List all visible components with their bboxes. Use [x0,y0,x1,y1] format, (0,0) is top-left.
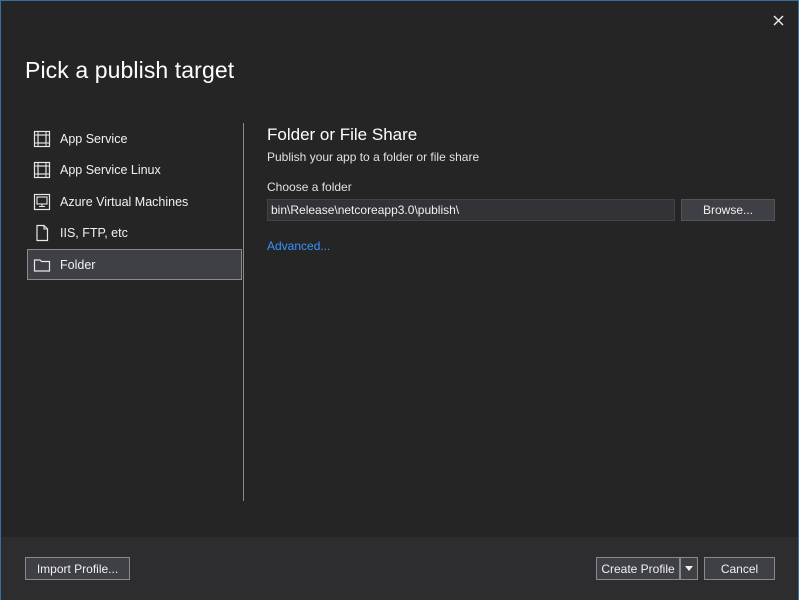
detail-title: Folder or File Share [267,125,418,144]
import-profile-button[interactable]: Import Profile... [25,557,130,580]
publish-dialog: Pick a publish target App Service App Se… [0,0,799,600]
target-item-label: Azure Virtual Machines [60,194,189,209]
cancel-button[interactable]: Cancel [704,557,775,580]
target-item-folder[interactable]: Folder [27,249,242,280]
folder-icon [32,255,52,275]
folder-path-input[interactable] [267,199,675,221]
close-icon [773,15,783,25]
advanced-link[interactable]: Advanced... [267,239,330,253]
close-button[interactable] [766,9,790,31]
app-service-icon [32,129,52,149]
virtual-machine-icon [32,192,52,212]
create-profile-dropdown[interactable] [680,557,698,580]
chevron-down-icon [685,566,693,571]
browse-button[interactable]: Browse... [681,199,775,221]
document-icon [32,223,52,243]
folder-row: Browse... [267,199,775,221]
target-item-label: Folder [60,257,96,272]
target-item-label: App Service [60,131,128,146]
create-profile-button[interactable]: Create Profile [596,557,680,580]
target-item-iis-ftp[interactable]: IIS, FTP, etc [27,218,242,249]
target-detail-panel: Folder or File Share Publish your app to… [267,125,775,255]
target-item-app-service[interactable]: App Service [27,123,242,154]
target-item-label: App Service Linux [60,163,161,177]
app-service-linux-icon [32,160,52,180]
detail-subtitle: Publish your app to a folder or file sha… [267,150,480,164]
publish-target-list: App Service App Service Linux Azure Virt… [27,123,242,281]
target-item-label: IIS, FTP, etc [60,226,128,240]
panel-divider [243,123,244,501]
target-item-app-service-linux[interactable]: App Service Linux [27,155,242,186]
folder-field-label: Choose a folder [267,180,352,194]
dialog-footer: Import Profile... Create Profile Cancel [1,537,798,600]
dialog-title: Pick a publish target [25,57,235,83]
target-item-azure-virtual-machines[interactable]: Azure Virtual Machines [27,186,242,217]
